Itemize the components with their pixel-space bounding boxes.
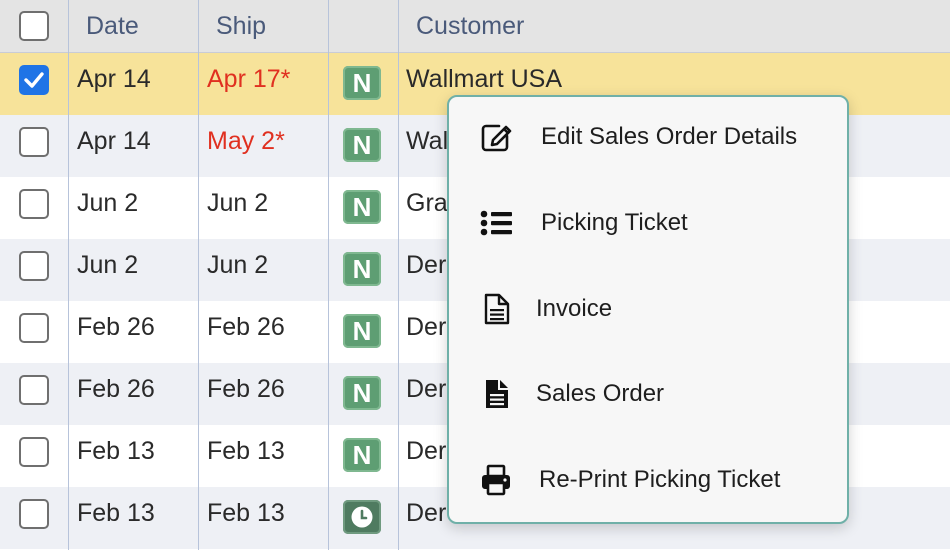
customer-cell: Wal [406, 127, 449, 155]
column-divider [328, 0, 329, 550]
column-header-customer[interactable]: Customer [416, 0, 524, 52]
menu-item-sales-order[interactable]: Sales Order [449, 364, 847, 424]
date-cell: Feb 13 [77, 437, 155, 465]
menu-item-label: Re-Print Picking Ticket [539, 466, 781, 493]
status-badge: N [343, 376, 381, 410]
edit-icon [479, 120, 513, 154]
row-checkbox[interactable] [19, 313, 49, 343]
customer-cell: Der [406, 313, 447, 341]
column-divider [198, 0, 199, 550]
row-checkbox[interactable] [19, 189, 49, 219]
row-checkbox[interactable] [19, 251, 49, 281]
customer-cell: Der [406, 499, 447, 527]
status-badge: N [343, 252, 381, 286]
customer-cell: Der [406, 251, 447, 279]
context-menu: Edit Sales Order Details Picking Ticket [447, 95, 849, 524]
column-divider [398, 0, 399, 550]
printer-icon [479, 463, 513, 497]
document-filled-icon [479, 377, 513, 411]
menu-item-edit-sales-order-details[interactable]: Edit Sales Order Details [449, 107, 847, 167]
ship-date-cell: Jun 2 [207, 251, 269, 279]
row-checkbox[interactable] [19, 127, 49, 157]
status-badge: N [343, 314, 381, 348]
ship-date-cell: Feb 26 [207, 313, 285, 341]
date-cell: Jun 2 [77, 189, 139, 217]
ship-date-cell: Apr 17* [207, 65, 291, 93]
menu-item-label: Edit Sales Order Details [541, 123, 798, 150]
ship-date-cell: Feb 13 [207, 499, 285, 527]
column-header-ship[interactable]: Ship [216, 0, 266, 52]
list-icon [479, 206, 513, 240]
ship-date-cell: Jun 2 [207, 189, 269, 217]
status-badge: N [343, 66, 381, 100]
checkmark-icon [24, 72, 44, 88]
customer-cell: Der [406, 437, 447, 465]
date-cell: Feb 13 [77, 499, 155, 527]
grid-header: Date Ship Customer [0, 0, 950, 53]
menu-item-invoice[interactable]: Invoice [449, 279, 847, 339]
select-all-checkbox[interactable] [19, 11, 49, 41]
ship-date-cell: Feb 26 [207, 375, 285, 403]
status-badge: N [343, 190, 381, 224]
menu-item-reprint-picking-ticket[interactable]: Re-Print Picking Ticket [449, 450, 847, 510]
customer-cell: Wallmart USA [406, 65, 563, 93]
clock-icon [343, 500, 381, 534]
date-cell: Apr 14 [77, 127, 151, 155]
date-cell: Feb 26 [77, 313, 155, 341]
row-checkbox[interactable] [19, 375, 49, 405]
column-divider [68, 0, 69, 550]
column-header-date[interactable]: Date [86, 0, 139, 52]
row-checkbox[interactable] [19, 437, 49, 467]
row-checkbox[interactable] [19, 499, 49, 529]
ship-date-cell: May 2* [207, 127, 285, 155]
ship-date-cell: Feb 13 [207, 437, 285, 465]
date-cell: Feb 26 [77, 375, 155, 403]
customer-cell: Gra [406, 189, 448, 217]
date-cell: Jun 2 [77, 251, 139, 279]
menu-item-label: Invoice [536, 295, 613, 322]
status-badge: N [343, 128, 381, 162]
document-outline-icon [479, 292, 513, 326]
menu-item-label: Sales Order [536, 380, 665, 407]
menu-item-label: Picking Ticket [541, 209, 688, 236]
customer-cell: Der [406, 375, 447, 403]
status-badge: N [343, 438, 381, 472]
row-checkbox[interactable] [19, 65, 49, 95]
date-cell: Apr 14 [77, 65, 151, 93]
menu-item-picking-ticket[interactable]: Picking Ticket [449, 193, 847, 253]
